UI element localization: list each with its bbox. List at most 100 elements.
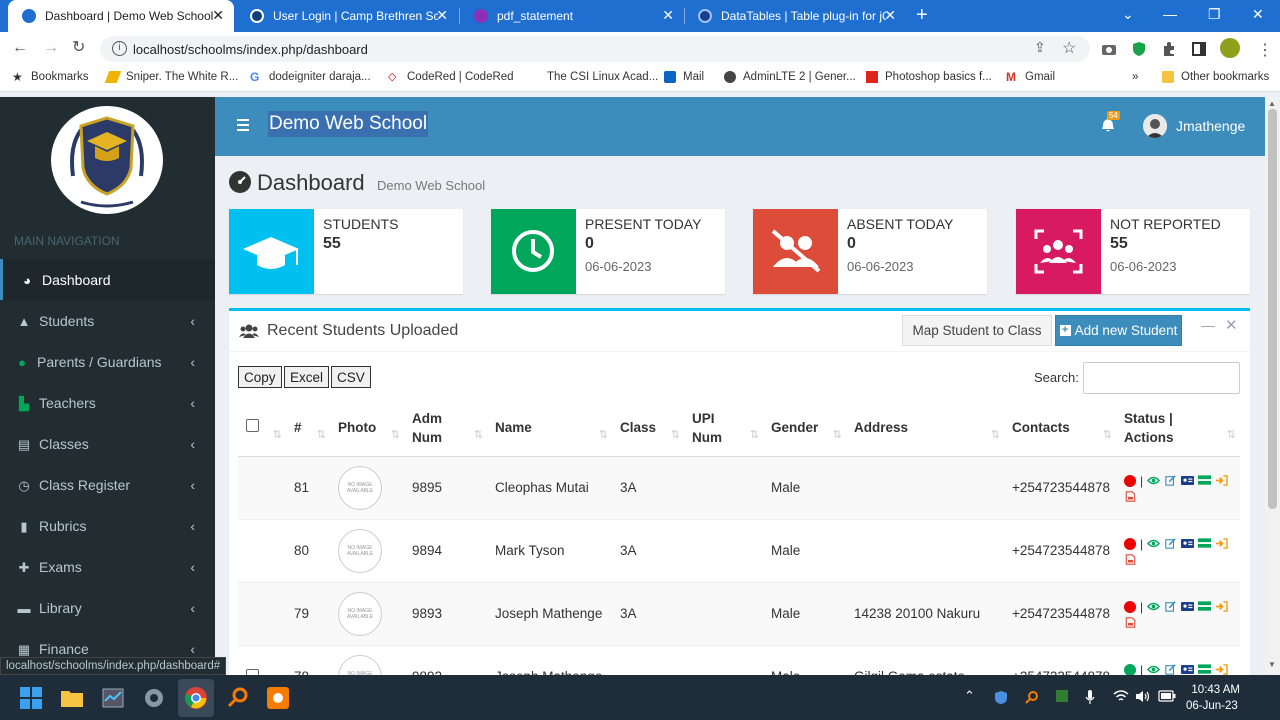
edit-icon[interactable] (1164, 538, 1177, 549)
camera-icon[interactable] (1101, 41, 1117, 57)
sidebar-item-rubrics[interactable]: ▮ Rubrics ‹ (0, 505, 215, 546)
site-info-icon[interactable]: i (112, 41, 127, 56)
tab-dashboard[interactable]: Dashboard | Demo Web School ✕ (8, 0, 234, 32)
id-card-icon[interactable] (1181, 601, 1195, 612)
tab-user-login[interactable]: User Login | Camp Brethren Scho ✕ (236, 0, 458, 32)
tab-pdf-statement[interactable]: pdf_statement ✕ (460, 0, 684, 32)
address-bar[interactable]: i localhost/schoolms/index.php/dashboard… (100, 36, 1090, 62)
money-icon[interactable] (1198, 475, 1212, 486)
new-tab-icon[interactable]: + (916, 5, 928, 25)
sidebar-item-parents[interactable]: ● Parents / Guardians ‹ (0, 341, 215, 382)
file-explorer-icon[interactable] (60, 686, 84, 710)
sign-out-icon[interactable] (1215, 601, 1228, 612)
bookmark-item[interactable]: M Gmail (1006, 71, 1055, 83)
battery-icon[interactable] (1158, 690, 1176, 702)
shield-extension-icon[interactable] (1131, 41, 1147, 57)
username[interactable]: Jmathenge (1176, 118, 1245, 134)
extensions-puzzle-icon[interactable] (1161, 41, 1177, 57)
column-header[interactable]: UPI Num ⇅ (684, 400, 763, 457)
sidebar-item-exams[interactable]: ✚ Exams ‹ (0, 546, 215, 587)
page-scrollbar[interactable]: ▲ ▼ (1265, 97, 1280, 675)
table-row[interactable]: 81 NO IMAGE AVAILABLE 9895 Cleophas Mutai 3A… (238, 455, 1240, 519)
tab-search-icon[interactable]: ⌄ (1122, 6, 1134, 23)
minimize-icon[interactable]: — (1163, 6, 1177, 22)
bookmark-folder[interactable]: Other bookmarks (1162, 71, 1269, 83)
row-checkbox-cell[interactable] (238, 455, 286, 519)
tab-close-icon[interactable]: ✕ (662, 8, 674, 22)
bookmark-item[interactable]: AdminLTE 2 | Gener... (724, 71, 856, 83)
copy-button[interactable]: Copy (238, 366, 282, 388)
sidebar-item-library[interactable]: ▬ Library ‹ (0, 587, 215, 628)
sign-out-icon[interactable] (1215, 475, 1228, 486)
row-checkbox-cell[interactable] (238, 518, 286, 582)
id-card-icon[interactable] (1181, 475, 1195, 486)
bookmark-star-icon[interactable]: ☆ (1062, 38, 1076, 58)
sidebar-item-classes[interactable]: ▤ Classes ‹ (0, 423, 215, 464)
table-row[interactable]: 80 NO IMAGE AVAILABLE 9894 Mark Tyson 3A Male… (238, 518, 1240, 582)
clock-date[interactable]: 06-Jun-23 (1186, 700, 1238, 712)
xampp-icon[interactable] (266, 686, 290, 710)
reload-icon[interactable]: ↻ (72, 40, 85, 56)
windows-start-icon[interactable] (19, 686, 43, 710)
map-student-to-class-button[interactable]: Map Student to Class (902, 315, 1052, 346)
money-icon[interactable] (1198, 538, 1212, 549)
volume-icon[interactable] (1135, 690, 1151, 703)
app-title[interactable]: Demo Web School (268, 111, 429, 137)
column-header[interactable]: Address ⇅ (846, 400, 1004, 457)
task-manager-icon[interactable] (101, 686, 125, 710)
school-logo[interactable] (51, 106, 163, 214)
tray-search-icon[interactable] (1025, 690, 1039, 704)
sign-out-icon[interactable] (1215, 664, 1228, 675)
column-header[interactable]: Gender ⇅ (763, 400, 846, 457)
scroll-up-icon[interactable]: ▲ (1268, 99, 1276, 108)
sidebar-item-class-register[interactable]: ◷ Class Register ‹ (0, 464, 215, 505)
table-row[interactable]: 79 NO IMAGE AVAILABLE 9893 Joseph Mathenge 3… (238, 581, 1240, 645)
sign-out-icon[interactable] (1215, 538, 1228, 549)
chrome-icon[interactable] (184, 686, 208, 710)
pdf-icon[interactable] (1124, 553, 1137, 565)
remove-icon[interactable]: ✕ (1225, 316, 1238, 334)
column-header[interactable]: Adm Num ⇅ (404, 400, 487, 457)
scroll-down-icon[interactable]: ▼ (1268, 660, 1276, 669)
sidebar-item-dashboard[interactable]: ◕ Dashboard (0, 259, 215, 300)
close-window-icon[interactable]: ✕ (1252, 6, 1264, 23)
bookmark-item[interactable]: Sniper. The White R... (104, 71, 238, 83)
column-header[interactable]: # ⇅ (286, 400, 330, 457)
settings-gear-icon[interactable] (142, 686, 166, 710)
scroll-thumb[interactable] (1268, 109, 1277, 509)
row-checkbox-cell[interactable] (238, 644, 286, 675)
back-icon[interactable]: ← (12, 40, 28, 56)
bookmark-item[interactable]: ◇ CodeRed | CodeRed (388, 71, 514, 83)
edit-icon[interactable] (1164, 475, 1177, 486)
view-eye-icon[interactable] (1147, 601, 1161, 612)
csv-button[interactable]: CSV (331, 366, 371, 388)
pdf-icon[interactable] (1124, 490, 1137, 502)
sidebar-item-students[interactable]: ▲ Students ‹ (0, 300, 215, 341)
tray-app-icon[interactable] (1055, 689, 1069, 703)
sidebar-item-teachers[interactable]: ▙ Teachers ‹ (0, 382, 215, 423)
restore-icon[interactable]: ❐ (1208, 6, 1221, 23)
add-new-student-button[interactable]: + Add new Student (1055, 315, 1182, 346)
bookmark-item[interactable]: Gdodeigniter daraja... (250, 71, 371, 83)
search-input[interactable] (1083, 362, 1240, 394)
money-icon[interactable] (1198, 601, 1212, 612)
more-bookmarks-icon[interactable]: » (1132, 71, 1138, 83)
side-panel-icon[interactable] (1191, 41, 1207, 57)
excel-button[interactable]: Excel (284, 366, 330, 388)
column-header[interactable]: Name ⇅ (487, 400, 612, 457)
sidebar-toggle-icon[interactable] (237, 119, 249, 131)
select-all-header[interactable]: ⇅ (238, 400, 286, 457)
id-card-icon[interactable] (1181, 538, 1195, 549)
pdf-icon[interactable] (1124, 616, 1137, 628)
bookmark-item[interactable]: Photoshop basics f... (866, 71, 992, 83)
view-eye-icon[interactable] (1147, 475, 1161, 486)
wifi-icon[interactable] (1113, 690, 1129, 703)
bell-icon[interactable] (1101, 118, 1115, 133)
table-row[interactable]: 78 NO IMAGE AVAILABLE 9892Joseph Mathenge M… (238, 644, 1240, 675)
clock-time[interactable]: 10:43 AM (1190, 684, 1240, 696)
user-avatar[interactable] (1143, 114, 1167, 138)
money-icon[interactable] (1198, 664, 1212, 675)
tab-datatables[interactable]: DataTables | Table plug-in for jQu ✕ (684, 0, 906, 32)
column-header[interactable]: Status | Actions ⇅ (1116, 400, 1240, 457)
tray-chevron-icon[interactable]: ⌃ (964, 688, 975, 704)
